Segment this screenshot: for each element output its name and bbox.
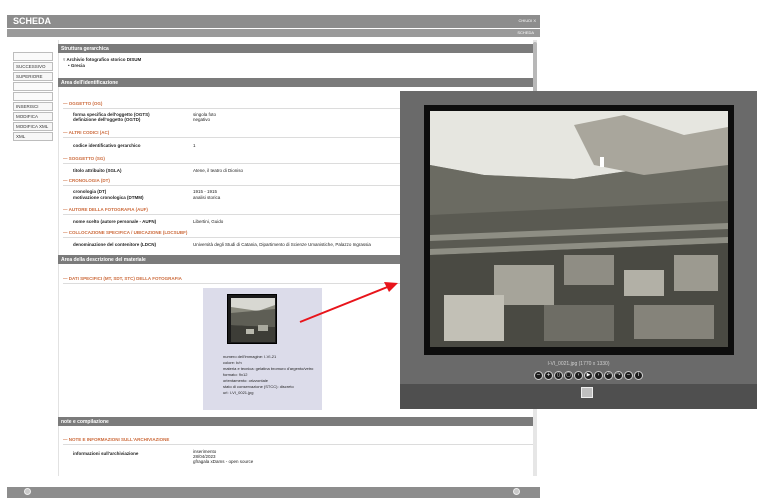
- section-header-descrizione: Area della descrizione del materiale: [58, 255, 400, 264]
- field-value-ogtd: negativo: [193, 117, 211, 122]
- group-title-soggetto[interactable]: — SOGGETTO (SG): [63, 156, 105, 161]
- group-title-cronologia[interactable]: — CRONOLOGIA (DT): [63, 178, 110, 183]
- rotate-left-icon[interactable]: ↶: [604, 371, 613, 380]
- thumbnail-strip: [400, 384, 757, 409]
- play-icon[interactable]: ▶: [584, 371, 593, 380]
- nav-button-modifica-xml[interactable]: MODIFICA XML: [13, 122, 53, 131]
- info-icon[interactable]: i: [634, 371, 643, 380]
- left-nav: SUCCESSIVO SUPERIORE INSERISCI MODIFICA …: [13, 52, 53, 142]
- section-header-note: note e compilazione: [58, 417, 533, 426]
- divider: [63, 237, 400, 238]
- bottom-bar: [7, 487, 540, 498]
- group-title-note[interactable]: — NOTE E INFORMAZIONI SULL'ARCHIVIAZIONE: [63, 437, 169, 442]
- top-bar: SCHEDA CHIUDI X: [7, 15, 540, 28]
- group-title-dati-specifici[interactable]: — DATI SPECIFICI (MT, SDT, STC) DELLA FO…: [63, 276, 182, 281]
- group-title-autore[interactable]: — AUTORE DELLA FOTOGRAFIA (AUF): [63, 207, 148, 212]
- nav-button-superiore[interactable]: SUPERIORE: [13, 72, 53, 81]
- nav-button-blank-1[interactable]: [13, 52, 53, 61]
- fit-icon[interactable]: ▢: [564, 371, 573, 380]
- tree-child-label[interactable]: Grecia: [71, 63, 85, 68]
- group-title-altri-codici[interactable]: — ALTRI CODICI (AC): [63, 130, 109, 135]
- nav-button-xml[interactable]: XML: [13, 132, 53, 141]
- divider: [63, 163, 400, 164]
- divider: [63, 108, 400, 109]
- viewer-caption: I-VI_0021.jpg (1770 x 1330): [547, 361, 610, 367]
- group-title-collocazione[interactable]: — COLLOCAZIONE SPECIFICA / UBICAZIONE (L…: [63, 230, 187, 235]
- section-header-struttura: Struttura gerarchica: [58, 44, 533, 53]
- actual-size-icon[interactable]: ▯: [554, 371, 563, 380]
- field-label-aufn: nome scelto (autore personale - AUFN): [73, 219, 157, 224]
- field-label-dt: cronologia (DT): [73, 189, 107, 194]
- nav-button-inserisci[interactable]: INSERISCI: [13, 102, 53, 111]
- nav-button-blank-3[interactable]: [13, 92, 53, 101]
- section-header-identificazione: Area dell'identificazione: [58, 78, 533, 87]
- window-title: SCHEDA: [13, 16, 52, 26]
- close-button[interactable]: CHIUDI X: [518, 18, 536, 23]
- field-label-dtmm: motivazione cronologica (DTMM): [73, 195, 144, 200]
- field-value-dt: 1915 - 1915: [193, 189, 218, 194]
- field-value-codice: 1: [193, 143, 196, 148]
- field-value-archiviazione: inserimento 28/04/2023 gfragala xDams - …: [193, 449, 254, 464]
- field-label-sgla: titolo attribuito (SGLA): [73, 168, 122, 173]
- zoom-icon[interactable]: [24, 488, 31, 495]
- divider: [63, 137, 400, 138]
- zoom-icon[interactable]: [513, 488, 520, 495]
- divider: [63, 283, 400, 284]
- hierarchy-tree: ▿ Archivio fotografico storico DISUM • G…: [63, 57, 141, 69]
- viewer-controls: − + ▯ ▢ ‹ ▶ › ↶ ↷ − i: [534, 371, 643, 381]
- nav-button-successivo[interactable]: SUCCESSIVO: [13, 62, 53, 71]
- image-viewer: I-VI_0021.jpg (1770 x 1330) − + ▯ ▢ ‹ ▶ …: [400, 91, 757, 409]
- info-url[interactable]: url: I-VI_0021.jpg: [223, 390, 313, 396]
- zoom-in-icon[interactable]: +: [544, 371, 553, 380]
- nav-button-modifica[interactable]: MODIFICA: [13, 112, 53, 121]
- next-icon[interactable]: ›: [594, 371, 603, 380]
- divider: [63, 444, 533, 445]
- photo-info: numero dell'immagine: I-VI-21 colore: b/…: [223, 354, 313, 396]
- field-label-ogtd: definizione dell'oggetto (OGTD): [73, 117, 141, 122]
- strip-thumbnail[interactable]: [581, 387, 593, 398]
- field-label-archiviazione: informazioni sull'archiviazione: [73, 451, 139, 456]
- sub-bar: SCHEDA: [7, 29, 540, 37]
- prev-icon[interactable]: ‹: [574, 371, 583, 380]
- field-label-codice: codice identificativo gerarchico: [73, 143, 141, 148]
- field-value-aufn: Libertini, Guido: [193, 219, 224, 224]
- reset-icon[interactable]: −: [624, 371, 633, 380]
- rotate-right-icon[interactable]: ↷: [614, 371, 623, 380]
- photo-thumbnail[interactable]: [227, 294, 277, 344]
- field-label-ldcn: denominazione del contenitore (LDCN): [73, 242, 157, 247]
- tree-root-label[interactable]: Archivio fotografico storico DISUM: [67, 57, 142, 62]
- zoom-out-icon[interactable]: −: [534, 371, 543, 380]
- field-value-dtmm: analisi storica: [193, 195, 221, 200]
- nav-button-blank-2[interactable]: [13, 82, 53, 91]
- field-value-sgla: Atene, il teatro di Dioniso: [193, 168, 244, 173]
- group-title-oggetto[interactable]: — OGGETTO (OG): [63, 101, 102, 106]
- viewer-photo[interactable]: [424, 105, 734, 355]
- scheda-link[interactable]: SCHEDA: [517, 30, 534, 35]
- divider: [63, 185, 400, 186]
- field-value-ldcn: Università degli Studi di Catania, Dipar…: [193, 242, 371, 247]
- divider: [63, 214, 400, 215]
